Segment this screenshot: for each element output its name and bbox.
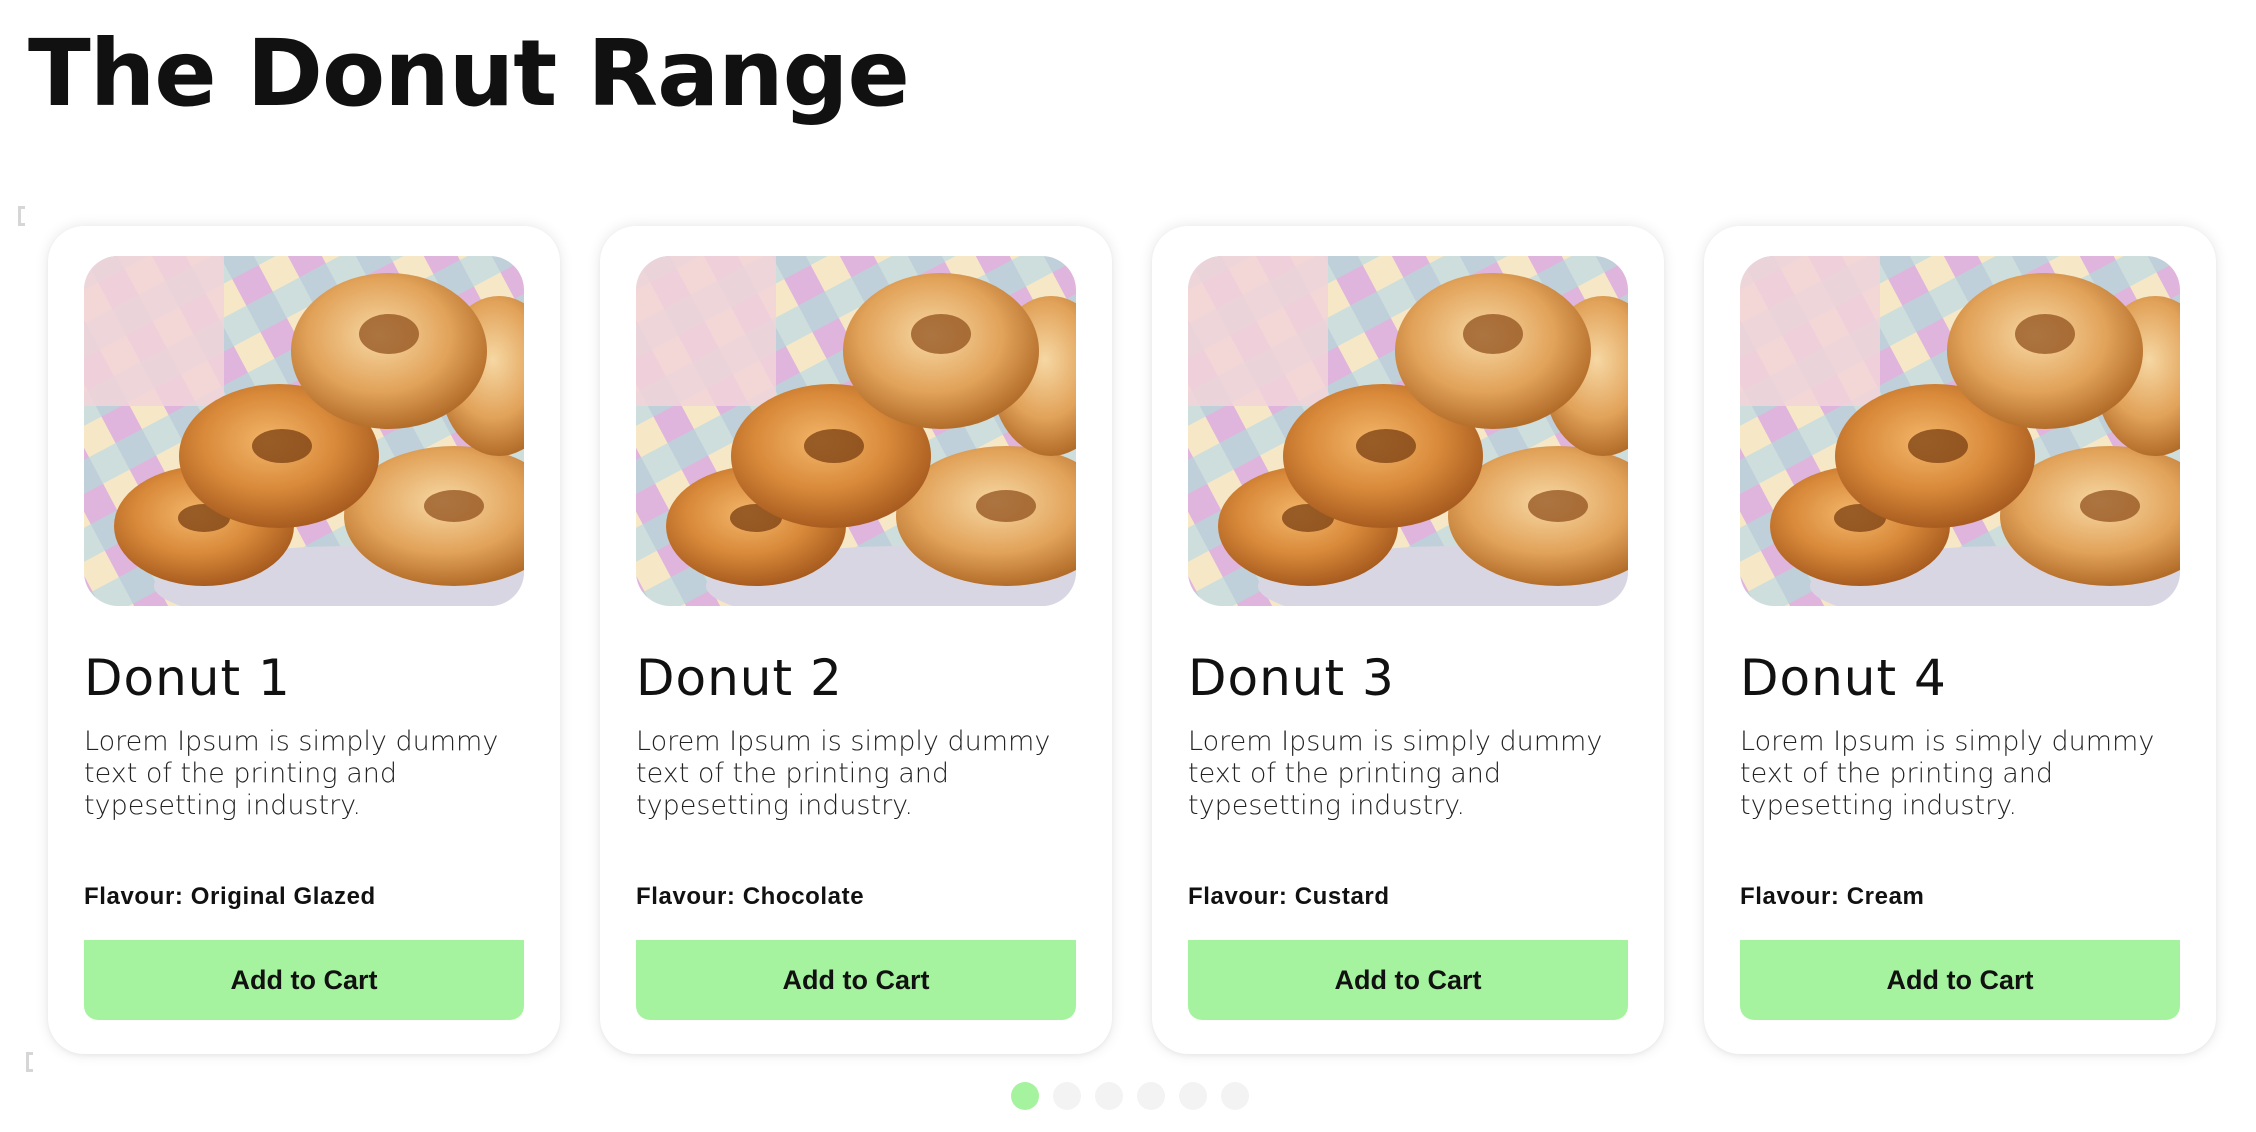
pagination-dot-2[interactable]: [1053, 1082, 1081, 1110]
pagination-dot-6[interactable]: [1221, 1082, 1249, 1110]
card-description: Lorem Ipsum is simply dummy text of the …: [84, 726, 499, 821]
donut-photo-icon: [1740, 256, 2180, 606]
donut-image: [1188, 256, 1628, 606]
page-title: The Donut Range: [28, 20, 910, 127]
donut-image: [1740, 256, 2180, 606]
card-flavour: Flavour: Chocolate: [636, 883, 865, 910]
card-description: Lorem Ipsum is simply dummy text of the …: [636, 726, 1051, 821]
donut-image: [84, 256, 524, 606]
pagination-dot-4[interactable]: [1137, 1082, 1165, 1110]
product-card-3: Donut 3 Lorem Ipsum is simply dummy text…: [1152, 226, 1664, 1054]
card-flavour: Flavour: Custard: [1188, 883, 1390, 910]
card-flavour: Flavour: Original Glazed: [84, 883, 376, 910]
card-flavour: Flavour: Cream: [1740, 883, 1925, 910]
donut-photo-icon: [636, 256, 1076, 606]
donut-image: [636, 256, 1076, 606]
pagination-dot-5[interactable]: [1179, 1082, 1207, 1110]
add-to-cart-button[interactable]: Add to Cart: [1740, 940, 2180, 1020]
carousel-right-edge-marker: [26, 1052, 33, 1072]
card-title: Donut 2: [636, 649, 843, 707]
donut-photo-icon: [84, 256, 524, 606]
card-title: Donut 3: [1188, 649, 1395, 707]
card-title: Donut 4: [1740, 649, 1947, 707]
carousel-pagination: [1011, 1082, 1249, 1110]
card-description: Lorem Ipsum is simply dummy text of the …: [1188, 726, 1603, 821]
pagination-dot-1[interactable]: [1011, 1082, 1039, 1110]
pagination-dot-3[interactable]: [1095, 1082, 1123, 1110]
donut-photo-icon: [1188, 256, 1628, 606]
add-to-cart-button[interactable]: Add to Cart: [636, 940, 1076, 1020]
add-to-cart-button[interactable]: Add to Cart: [1188, 940, 1628, 1020]
card-description: Lorem Ipsum is simply dummy text of the …: [1740, 726, 2155, 821]
product-card-2: Donut 2 Lorem Ipsum is simply dummy text…: [600, 226, 1112, 1054]
product-card-1: Donut 1 Lorem Ipsum is simply dummy text…: [48, 226, 560, 1054]
product-card-4: Donut 4 Lorem Ipsum is simply dummy text…: [1704, 226, 2216, 1054]
carousel-left-edge-marker: [18, 206, 25, 226]
add-to-cart-button[interactable]: Add to Cart: [84, 940, 524, 1020]
card-title: Donut 1: [84, 649, 291, 707]
